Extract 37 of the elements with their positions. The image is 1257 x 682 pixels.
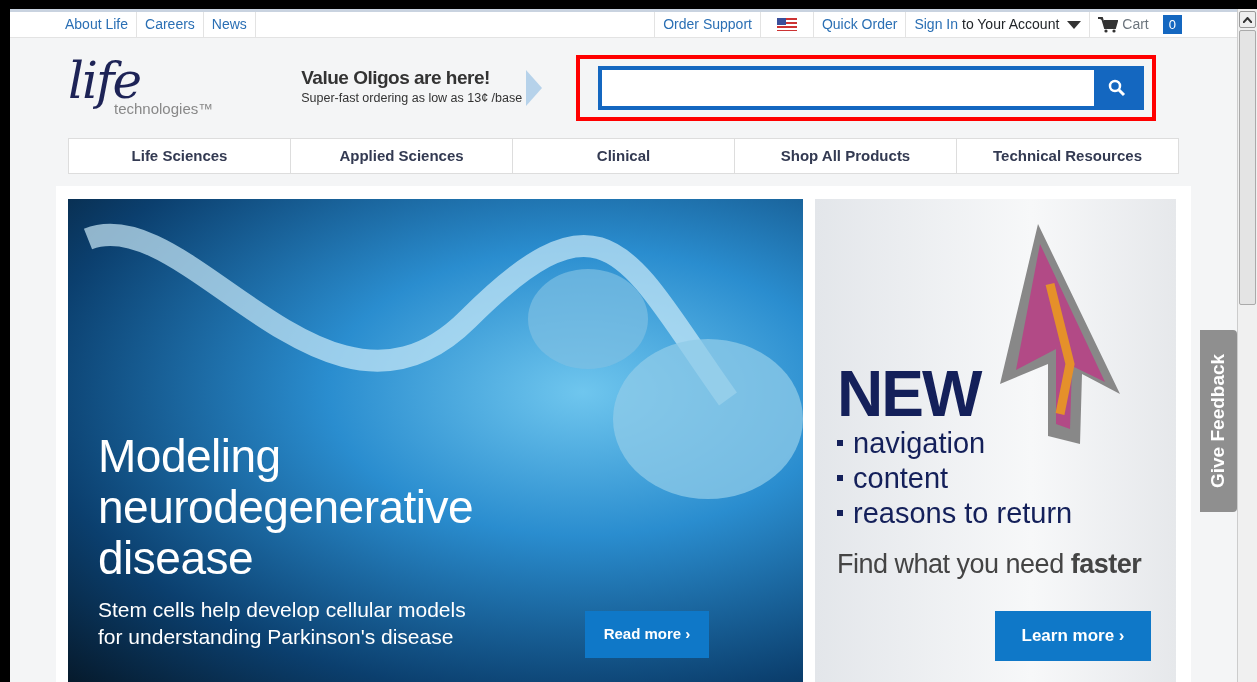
sign-in-link[interactable]: Sign In: [914, 14, 958, 35]
nav-tab[interactable]: Clinical: [513, 139, 735, 173]
promo-subtitle: Super-fast ordering as low as 13¢ /base: [301, 90, 523, 108]
chevron-icon: [526, 70, 543, 106]
feature-item: content: [853, 460, 949, 496]
new-heading: NEW: [837, 362, 983, 426]
top-link[interactable]: About Life: [58, 12, 138, 37]
search-icon: [1108, 79, 1127, 97]
learn-more-button[interactable]: Learn more ›: [995, 611, 1151, 661]
order-support-link[interactable]: Order Support: [663, 14, 752, 35]
scrollbar-thumb[interactable]: [1239, 30, 1256, 305]
bullet-icon: [837, 475, 843, 482]
top-link[interactable]: News: [203, 12, 256, 37]
cart-label[interactable]: Cart: [1122, 14, 1149, 35]
tagline: Find what you need faster: [837, 548, 1143, 582]
feature-item: navigation: [853, 426, 986, 461]
cart-icon[interactable]: [1098, 16, 1119, 33]
cart-count: 0: [1162, 14, 1182, 35]
search-field[interactable]: [598, 66, 1145, 110]
hero-description: Stem cells help develop cellular models for understanding Parkinson's disease: [98, 597, 467, 651]
caret-icon[interactable]: [1067, 20, 1082, 29]
feedback-tab[interactable]: Give Feedback: [1200, 330, 1237, 512]
account-text: to Your Account: [962, 15, 1060, 34]
feature-item: reasons to return: [853, 495, 1073, 531]
promo-title: Value Oligos are here!: [301, 68, 491, 90]
scroll-up-button[interactable]: [1239, 11, 1256, 28]
nav-tab[interactable]: Applied Sciences: [291, 139, 513, 173]
nav-tab[interactable]: Shop All Products: [735, 139, 957, 173]
bullet-icon: [837, 510, 843, 516]
quick-order-link[interactable]: Quick Order: [821, 14, 898, 35]
hero-headline: Modeling neurodegenerative disease: [98, 431, 475, 585]
flag-icon[interactable]: [776, 18, 797, 31]
nav-tab[interactable]: Technical Resources: [957, 139, 1178, 173]
top-link[interactable]: Careers: [137, 12, 204, 37]
bullet-icon: [837, 440, 843, 447]
nav-tab[interactable]: Life Sciences: [69, 139, 291, 173]
read-more-button[interactable]: Read more ›: [585, 611, 709, 658]
